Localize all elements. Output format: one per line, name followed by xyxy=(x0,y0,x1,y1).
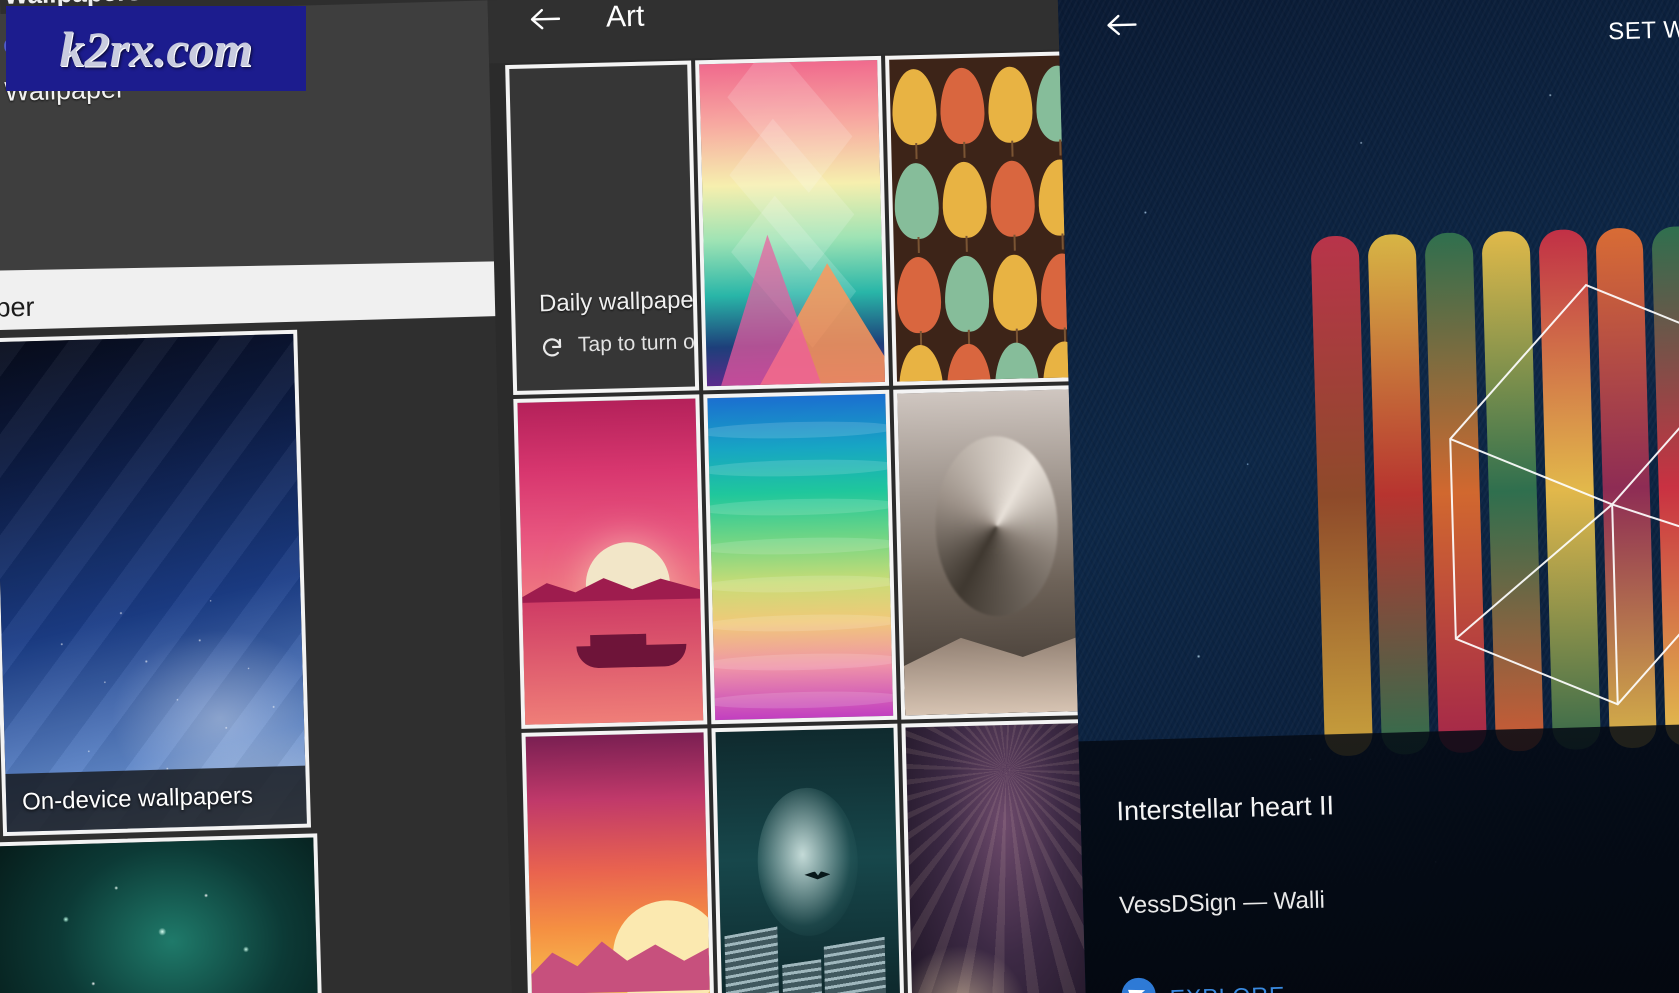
wallpaper-thumb-dog-cliff-sunset[interactable] xyxy=(521,728,716,993)
wallpaper-thumb-geometric-diamonds[interactable] xyxy=(695,55,890,391)
wallpaper-grid: Daily wallpaper Tap to turn on xyxy=(505,50,1110,993)
daily-wallpaper-sublabel: Tap to turn on xyxy=(577,330,700,357)
select-wallpaper-screen: Currently set Wallpaper ct wallpaper oto… xyxy=(0,0,563,993)
wallpaper-thumb-city-bird-clouds[interactable] xyxy=(711,723,906,993)
source-tile-on-device[interactable]: On-device wallpapers xyxy=(0,329,312,837)
arrow-left-icon[interactable] xyxy=(530,6,561,33)
wireframe-cube-outline xyxy=(1449,283,1679,706)
art-category-screen: Art Daily wallpaper Tap to turn on xyxy=(487,0,1113,993)
source-tile-nebula[interactable] xyxy=(0,833,325,993)
wallpaper-author: VessDSign — Walli xyxy=(1118,886,1326,920)
sheet-title: ct wallpaper xyxy=(0,291,35,325)
refresh-icon xyxy=(540,336,565,361)
set-wallpaper-button[interactable]: SET WALLP xyxy=(1608,14,1679,46)
wallpaper-source-list: otos On-device wallpapers xyxy=(0,314,563,993)
wallpaper-thumb-pink-ship-sunset[interactable] xyxy=(513,394,708,729)
interstellar-heart-artwork xyxy=(1274,216,1679,793)
nebula-preview-art xyxy=(0,837,321,993)
arrow-left-icon[interactable] xyxy=(1106,12,1137,39)
wallpaper-thumb-rainbow-waves[interactable] xyxy=(703,389,898,725)
source-tile-label: On-device wallpapers xyxy=(5,765,307,833)
daily-wallpaper-tile[interactable]: Daily wallpaper Tap to turn on xyxy=(505,60,700,395)
site-watermark: k2rx.com xyxy=(6,6,306,91)
watermark-text: k2rx.com xyxy=(59,20,253,77)
explore-compass-icon[interactable] xyxy=(1121,977,1157,993)
screenshot-stage: Currently set Wallpaper ct wallpaper oto… xyxy=(0,0,1679,993)
wallpaper-detail-screen: 48 SET WALLP Interstellar heart II VessD… xyxy=(1057,0,1679,993)
page-title: Art xyxy=(605,0,645,34)
daily-wallpaper-label: Daily wallpaper xyxy=(538,286,700,318)
wallpaper-info-panel: Interstellar heart II VessDSign — Walli … xyxy=(1078,722,1679,993)
on-device-preview-art xyxy=(0,333,307,833)
explore-label[interactable]: EXPLORE xyxy=(1169,982,1285,993)
wallpaper-title: Interstellar heart II xyxy=(1116,790,1335,827)
